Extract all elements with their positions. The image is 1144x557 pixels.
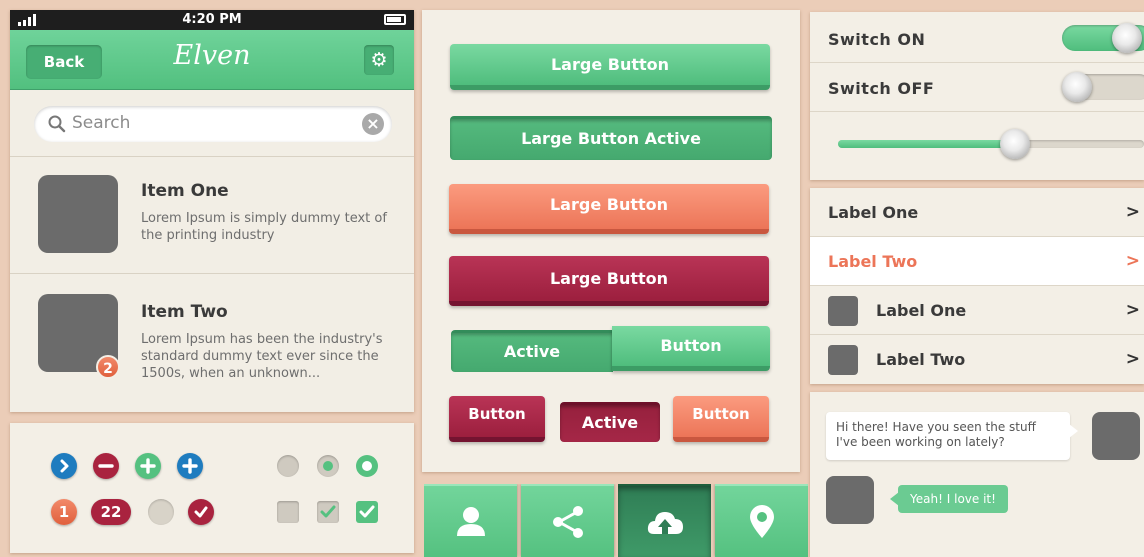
nav-bar: Back Elven ⚙: [10, 30, 414, 90]
item-description: Lorem Ipsum is simply dummy text of the …: [141, 211, 387, 243]
slider-track[interactable]: [838, 129, 1144, 159]
list-row-thumbnail: [828, 345, 858, 375]
list-row-label: Label One: [876, 301, 967, 320]
cloud-upload-icon: [647, 512, 683, 534]
tab-profile[interactable]: [424, 484, 517, 557]
chevron-right-icon[interactable]: [51, 453, 77, 479]
phone-screen: 4:20 PM Back Elven ⚙ × Item One Lorem Ip…: [10, 10, 414, 412]
tab-bar: [424, 484, 808, 557]
slider-fill: [838, 140, 1016, 148]
toggle-knob[interactable]: [1112, 23, 1142, 53]
avatar: [826, 476, 874, 524]
chevron-right-icon: >: [1125, 202, 1140, 222]
radio-on[interactable]: [356, 455, 378, 477]
large-maroon-button[interactable]: Large Button: [449, 256, 769, 306]
plus-icon[interactable]: [177, 453, 203, 479]
buttons-panel: Large Button Large Button Active Large B…: [422, 10, 800, 472]
notification-badge: 2: [96, 355, 120, 379]
search-bar: ×: [10, 90, 414, 157]
search-field[interactable]: ×: [34, 106, 392, 142]
item-title: Item One: [141, 181, 229, 201]
item-description: Lorem Ipsum has been the industry's stan…: [141, 332, 383, 381]
status-bar: 4:20 PM: [10, 10, 414, 30]
count-badge: 1: [51, 499, 77, 525]
switches-panel: Switch ON Switch OFF: [810, 12, 1144, 180]
checkbox-off[interactable]: [277, 501, 299, 523]
switch-off-toggle[interactable]: [1062, 72, 1144, 102]
check-circle-icon[interactable]: [188, 499, 214, 525]
small-maroon-button-active[interactable]: Active: [560, 402, 660, 442]
item-thumbnail: [38, 175, 118, 253]
list-row[interactable]: Label One >: [810, 286, 1144, 335]
list-row-selected[interactable]: Label Two >: [810, 237, 1144, 286]
switch-on-label: Switch ON: [828, 30, 926, 49]
chevron-right-icon: >: [1125, 251, 1140, 271]
list-row-label: Label Two: [828, 252, 918, 271]
tab-share[interactable]: [521, 484, 614, 557]
list-panel: Label One > Label Two > Label One > Labe…: [810, 188, 1144, 384]
controls-panel: 1 22: [10, 423, 414, 553]
large-button-active[interactable]: Large Button Active: [450, 116, 772, 160]
battery-icon: [384, 14, 406, 25]
switch-row: Switch OFF: [810, 63, 1144, 112]
list-item[interactable]: Item Two Lorem Ipsum has been the indust…: [10, 274, 414, 412]
item-title: Item Two: [141, 302, 228, 322]
radio-active[interactable]: [317, 455, 339, 477]
toggle-knob[interactable]: [1062, 72, 1092, 102]
outgoing-message: Yeah! I love it!: [890, 485, 1008, 513]
segment-button[interactable]: Button: [612, 326, 770, 371]
tab-location[interactable]: [715, 484, 808, 557]
count-pill: 22: [91, 499, 131, 525]
small-maroon-button[interactable]: Button: [449, 396, 545, 442]
list-row[interactable]: Label Two >: [810, 335, 1144, 384]
gear-icon: ⚙: [370, 49, 388, 71]
list-row[interactable]: Label One >: [810, 188, 1144, 237]
chat-panel: Hi there! Have you seen the stuff I've b…: [810, 392, 1144, 557]
plus-icon[interactable]: [135, 453, 161, 479]
list-row-label: Label One: [828, 203, 919, 222]
user-icon: [457, 507, 485, 536]
radio-off[interactable]: [277, 455, 299, 477]
switch-off-label: Switch OFF: [828, 79, 935, 98]
checkbox-on[interactable]: [356, 501, 378, 523]
search-input[interactable]: [72, 113, 322, 133]
location-pin-icon: [750, 505, 774, 538]
checkbox-active[interactable]: [317, 501, 339, 523]
segment-active[interactable]: Active: [451, 330, 613, 372]
empty-circle-icon[interactable]: [148, 499, 174, 525]
large-salmon-button[interactable]: Large Button: [449, 184, 769, 234]
large-button[interactable]: Large Button: [450, 44, 770, 90]
switch-on-toggle[interactable]: [1062, 23, 1144, 53]
slider-knob[interactable]: [1000, 129, 1031, 159]
search-icon: [48, 115, 66, 133]
avatar: [1092, 412, 1140, 460]
settings-button[interactable]: ⚙: [364, 45, 394, 75]
list-row-label: Label Two: [876, 350, 966, 369]
app-logo: Elven: [173, 40, 251, 71]
status-time: 4:20 PM: [182, 12, 242, 27]
minus-icon[interactable]: [93, 453, 119, 479]
incoming-message: Hi there! Have you seen the stuff I've b…: [826, 412, 1078, 460]
small-salmon-button[interactable]: Button: [673, 396, 769, 442]
tab-upload[interactable]: [618, 484, 711, 557]
list-item[interactable]: Item One Lorem Ipsum is simply dummy tex…: [10, 157, 414, 273]
list-row-thumbnail: [828, 296, 858, 326]
clear-search-icon[interactable]: ×: [362, 113, 384, 135]
chevron-right-icon: >: [1125, 300, 1140, 320]
chevron-right-icon: >: [1125, 349, 1140, 369]
switch-row: Switch ON: [810, 14, 1144, 63]
share-icon: [553, 506, 583, 538]
